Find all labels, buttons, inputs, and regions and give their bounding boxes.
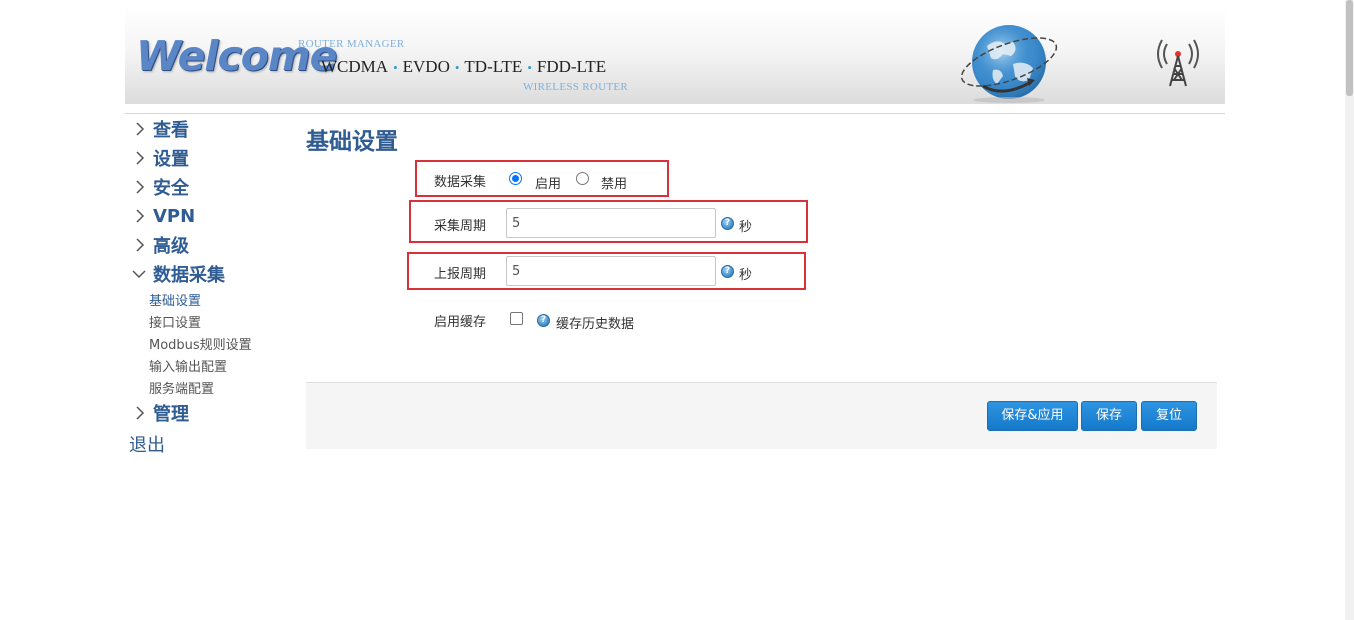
- tech-evdo: EVDO: [402, 57, 450, 76]
- chevron-right-icon: [125, 204, 153, 228]
- page-title: 基础设置: [306, 129, 398, 155]
- sidebar-item-security[interactable]: 安全: [125, 175, 189, 199]
- sidebar-item-label: VPN: [153, 205, 196, 227]
- enable-cache-hint: 缓存历史数据: [556, 317, 635, 332]
- sidebar-subitem-modbus-rules[interactable]: Modbus规则设置: [149, 334, 252, 353]
- sidebar-item-label: 管理: [153, 404, 189, 425]
- globe-icon: [960, 25, 1058, 103]
- technology-list: WCDMA • EVDO • TD-LTE • FDD-LTE: [321, 57, 606, 77]
- collect-period-unit: 秒: [739, 220, 753, 235]
- chevron-down-icon: [125, 262, 153, 286]
- sidebar-subitem-basic-settings[interactable]: 基础设置: [149, 290, 201, 309]
- help-icon[interactable]: ?: [721, 265, 734, 278]
- sidebar-item-view[interactable]: 查看: [125, 117, 189, 141]
- sidebar-item-label: 安全: [153, 178, 189, 199]
- sidebar-item-vpn[interactable]: VPN: [125, 204, 195, 228]
- tech-wcdma: WCDMA: [321, 57, 389, 76]
- sidebar-subitem-io-config[interactable]: 输入输出配置: [149, 356, 227, 375]
- radio-disable[interactable]: [576, 172, 589, 185]
- sidebar-item-label: 数据采集: [153, 265, 225, 286]
- radio-enable-label[interactable]: 启用: [535, 173, 561, 192]
- scrollbar-thumb[interactable]: [1346, 0, 1353, 96]
- sidebar-item-management[interactable]: 管理: [125, 401, 189, 425]
- collect-period-input[interactable]: [506, 208, 716, 238]
- tech-fdd-lte: FDD-LTE: [536, 57, 607, 76]
- tech-td-lte: TD-LTE: [464, 57, 523, 76]
- report-period-label: 上报周期: [434, 267, 487, 282]
- tech-separator: •: [393, 60, 398, 75]
- sidebar-item-data-collection[interactable]: 数据采集: [125, 262, 225, 286]
- reset-button[interactable]: 复位: [1141, 401, 1197, 431]
- chevron-right-icon: [125, 401, 153, 425]
- logout-link[interactable]: 退出: [129, 431, 165, 457]
- report-period-input[interactable]: [506, 256, 716, 286]
- chevron-right-icon: [125, 175, 153, 199]
- sidebar-item-label: 设置: [153, 149, 189, 170]
- page-scrollbar[interactable]: [1345, 0, 1354, 620]
- sidebar-subitem-interface-settings[interactable]: 接口设置: [149, 312, 201, 331]
- router-manager-text: ROUTER MANAGER: [298, 38, 405, 50]
- data-collection-label: 数据采集: [434, 175, 487, 190]
- wireless-router-text: WIRELESS ROUTER: [523, 81, 629, 93]
- sidebar-item-label: 高级: [153, 236, 189, 257]
- radio-enable[interactable]: [509, 172, 522, 185]
- save-apply-button[interactable]: 保存&应用: [987, 401, 1078, 431]
- tech-separator: •: [454, 60, 460, 75]
- header-banner: Welcome ROUTER MANAGER WCDMA • EVDO • TD-LTE…: [125, 6, 1225, 104]
- chevron-right-icon: [125, 117, 153, 141]
- sidebar-item-advanced[interactable]: 高级: [125, 233, 189, 257]
- help-icon[interactable]: ?: [721, 217, 734, 230]
- chevron-right-icon: [125, 233, 153, 257]
- enable-cache-label: 启用缓存: [434, 315, 487, 330]
- radio-disable-label[interactable]: 禁用: [601, 173, 627, 192]
- antenna-tower-icon: [1157, 39, 1199, 87]
- header-divider: [125, 113, 1225, 114]
- save-button[interactable]: 保存: [1081, 401, 1137, 431]
- enable-cache-checkbox[interactable]: [510, 312, 523, 325]
- sidebar-item-label: 查看: [153, 120, 189, 141]
- tech-separator: •: [527, 60, 532, 75]
- actions-bar: 保存&应用 保存 复位: [306, 382, 1217, 449]
- report-period-unit: 秒: [739, 268, 753, 283]
- sidebar-item-settings[interactable]: 设置: [125, 146, 189, 170]
- collect-period-label: 采集周期: [434, 219, 487, 234]
- chevron-right-icon: [125, 146, 153, 170]
- help-icon[interactable]: ?: [537, 314, 550, 327]
- sidebar-subitem-server-config[interactable]: 服务端配置: [149, 378, 214, 397]
